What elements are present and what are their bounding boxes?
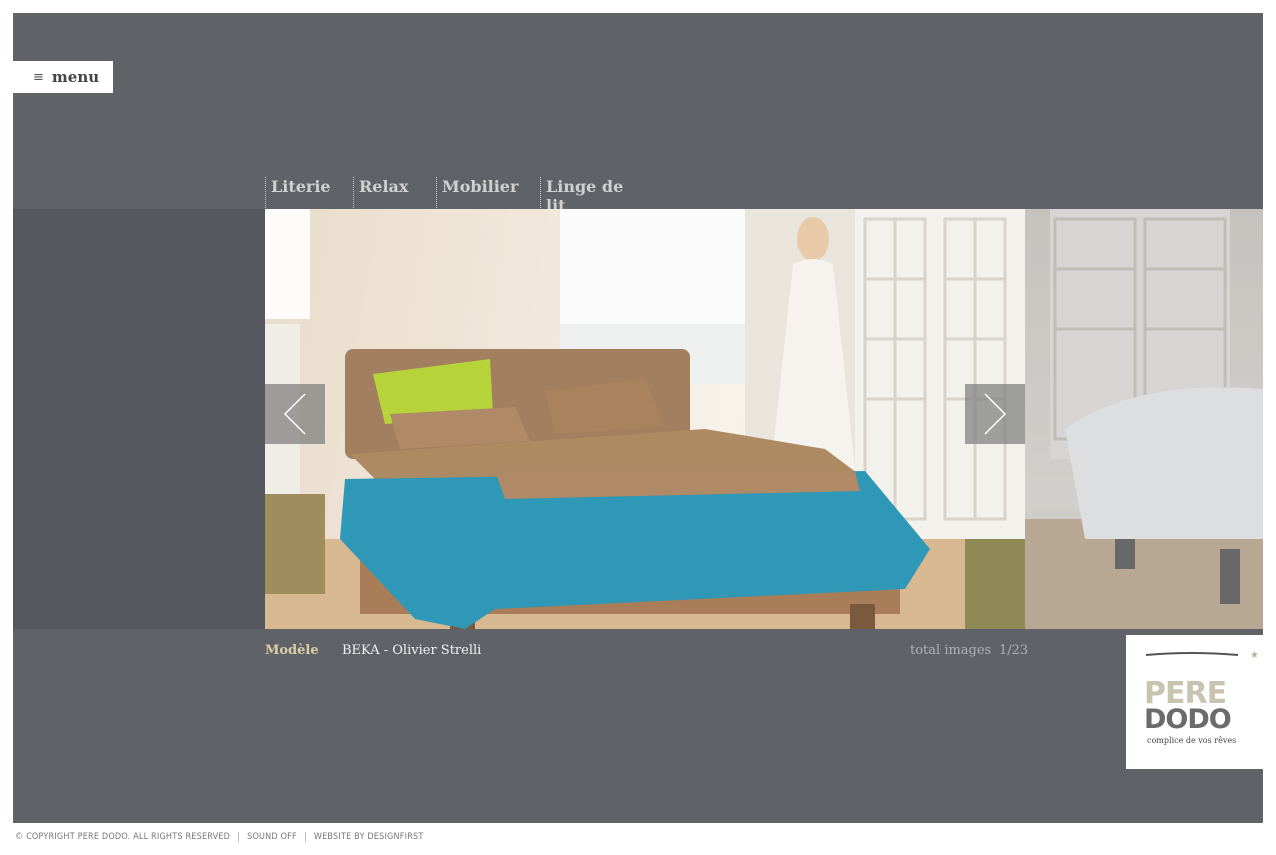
main-nav: Literie Relax Mobilier Linge de lit (265, 177, 660, 215)
gallery-image-next-preview (1025, 209, 1263, 629)
chevron-left-icon (283, 393, 306, 435)
image-gallery (265, 209, 1263, 629)
footer-divider (304, 832, 306, 842)
list-icon: ≡ (33, 69, 44, 85)
logo-tagline: complice de vos rêves (1147, 736, 1236, 745)
caption-value: BEKA - Olivier Strelli (342, 643, 482, 658)
nav-item-mobilier[interactable]: Mobilier (436, 177, 540, 208)
menu-button[interactable]: ≡ menu (13, 61, 113, 93)
logo-dodo: DODO (1144, 704, 1231, 735)
copyright-text: © COPYRIGHT PERE DODO. ALL RIGHTS RESERV… (15, 832, 231, 842)
caption-label: Modèle (265, 643, 319, 658)
total-images-label: total images (910, 643, 992, 658)
image-counter: 1/23 (999, 643, 1029, 658)
left-band (13, 209, 265, 629)
nav-item-literie[interactable]: Literie (265, 177, 353, 208)
nav-item-relax[interactable]: Relax (353, 177, 436, 208)
nav-item-linge-de-lit[interactable]: Linge de lit (540, 177, 660, 215)
gallery-image-bedroom (265, 209, 1025, 629)
menu-label: menu (51, 68, 100, 86)
footer: © COPYRIGHT PERE DODO. ALL RIGHTS RESERV… (15, 832, 424, 842)
next-image-button[interactable] (965, 384, 1025, 444)
footer-divider (238, 832, 240, 842)
sound-toggle-link[interactable]: SOUND OFF (247, 832, 297, 842)
chevron-right-icon (984, 393, 1007, 435)
designer-credit-link[interactable]: WEBSITE BY DESIGNFIRST (314, 832, 424, 842)
brand-logo[interactable]: ★ PERE DODO complice de vos rêves (1126, 635, 1263, 769)
svg-text:★: ★ (1250, 650, 1259, 661)
previous-image-button[interactable] (265, 384, 325, 444)
